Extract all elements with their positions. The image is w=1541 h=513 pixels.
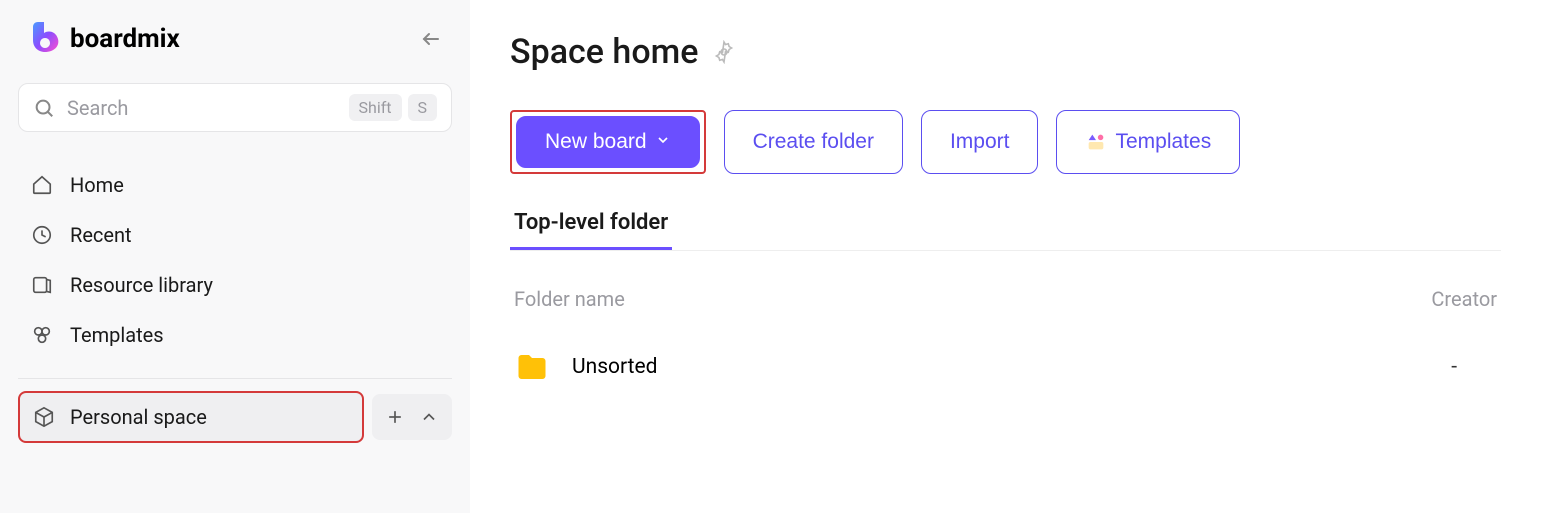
- sidebar: boardmix Search Shift S: [0, 0, 470, 513]
- create-folder-button[interactable]: Create folder: [724, 110, 903, 174]
- search-input[interactable]: Search Shift S: [18, 83, 452, 132]
- sidebar-item-recent[interactable]: Recent: [18, 210, 452, 260]
- tab-top-level-folder[interactable]: Top-level folder: [510, 202, 672, 250]
- kbd-shift: Shift: [349, 94, 402, 121]
- sidebar-item-personal-space[interactable]: Personal space: [18, 391, 364, 443]
- logo[interactable]: boardmix: [28, 20, 180, 58]
- folder-name: Unsorted: [572, 355, 658, 379]
- folder-icon: [514, 349, 550, 385]
- library-icon: [30, 274, 54, 296]
- kbd-s: S: [408, 94, 438, 121]
- sidebar-header: boardmix: [18, 20, 452, 58]
- space-actions: [372, 394, 452, 440]
- sidebar-item-templates[interactable]: Templates: [18, 310, 452, 360]
- main-content: Space home New board Create folder Impo: [470, 0, 1541, 513]
- page-title-row: Space home: [510, 32, 1501, 72]
- home-icon: [30, 174, 54, 196]
- search-shortcut: Shift S: [349, 94, 438, 121]
- templates-button[interactable]: Templates: [1056, 110, 1240, 174]
- search-placeholder: Search: [67, 96, 349, 120]
- sidebar-item-label: Recent: [70, 223, 132, 247]
- templates-icon: [30, 324, 54, 346]
- cube-icon: [32, 406, 56, 428]
- brand-name: boardmix: [70, 24, 180, 54]
- new-board-highlight: New board: [510, 110, 706, 174]
- nav-list: Home Recent Resource library: [18, 160, 452, 360]
- clock-icon: [30, 224, 54, 246]
- space-row: Personal space: [18, 391, 452, 443]
- sidebar-item-label: Resource library: [70, 273, 213, 297]
- creator-cell: -: [1451, 355, 1497, 379]
- create-folder-label: Create folder: [753, 130, 874, 154]
- space-label: Personal space: [70, 405, 207, 429]
- folder-cell: Unsorted: [514, 349, 658, 385]
- templates-label: Templates: [1115, 130, 1211, 154]
- sidebar-item-resource-library[interactable]: Resource library: [18, 260, 452, 310]
- collapse-space-button[interactable]: [414, 402, 444, 432]
- page-title: Space home: [510, 32, 698, 72]
- divider: [18, 378, 452, 379]
- sidebar-item-label: Templates: [70, 323, 164, 347]
- sidebar-item-home[interactable]: Home: [18, 160, 452, 210]
- gear-icon[interactable]: [712, 40, 736, 64]
- table-row[interactable]: Unsorted -: [510, 341, 1501, 393]
- search-icon: [33, 97, 55, 119]
- sidebar-item-label: Home: [70, 173, 124, 197]
- import-label: Import: [950, 130, 1010, 154]
- new-board-button[interactable]: New board: [516, 116, 700, 168]
- logo-icon: [28, 20, 62, 58]
- add-space-button[interactable]: [380, 402, 410, 432]
- collapse-sidebar-icon[interactable]: [418, 27, 442, 51]
- chevron-down-icon: [655, 130, 671, 154]
- action-buttons: New board Create folder Import: [510, 110, 1501, 174]
- import-button[interactable]: Import: [921, 110, 1039, 174]
- table-header: Folder name Creator: [510, 279, 1501, 341]
- tabs: Top-level folder: [510, 202, 1501, 251]
- new-board-label: New board: [545, 130, 647, 154]
- column-creator: Creator: [1431, 287, 1497, 311]
- column-folder-name: Folder name: [514, 287, 625, 311]
- templates-color-icon: [1085, 131, 1107, 153]
